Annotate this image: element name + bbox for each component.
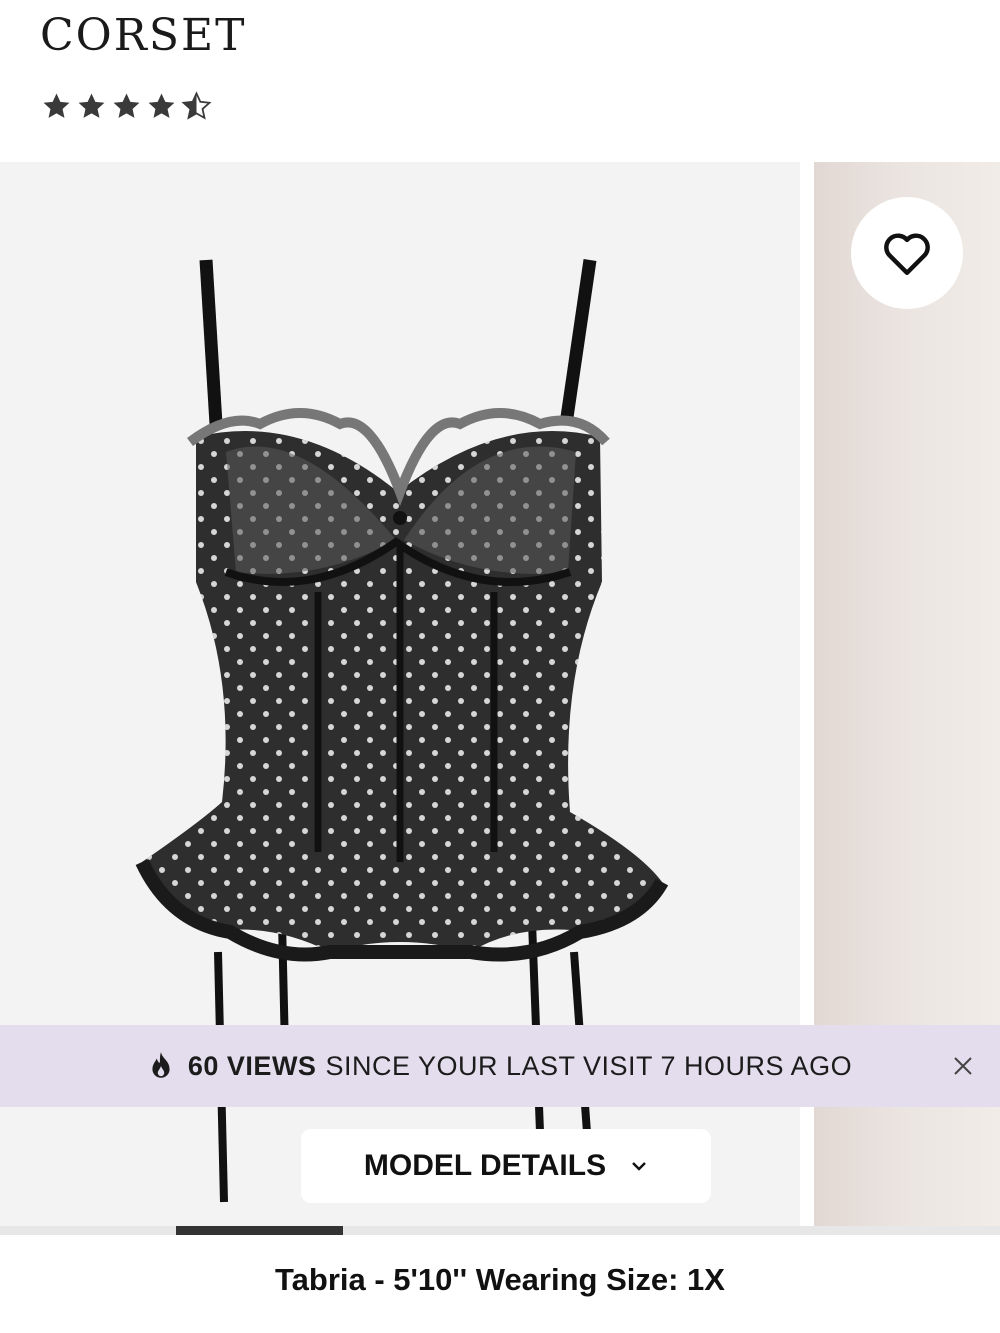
favorite-button[interactable] — [851, 197, 963, 309]
gallery-progress-track — [0, 1226, 1000, 1235]
banner-close-button[interactable] — [948, 1051, 978, 1081]
star-full-icon — [113, 93, 140, 118]
star-full-icon — [148, 93, 175, 118]
product-title: CORSET — [40, 10, 247, 61]
star-rating[interactable] — [40, 90, 213, 123]
model-details-label: MODEL DETAILS — [363, 1149, 607, 1182]
model-details-button[interactable]: MODEL DETAILS — [301, 1129, 711, 1203]
views-message: SINCE YOUR LAST VISIT 7 HOURS AGO — [325, 1050, 853, 1081]
gallery-progress-indicator — [176, 1226, 343, 1235]
product-gallery[interactable]: 60 VIEWS SINCE YOUR LAST VISIT 7 HOURS A… — [0, 162, 1000, 1226]
chevron-down-icon — [632, 1162, 646, 1171]
star-full-icon — [78, 93, 105, 118]
flame-icon — [148, 1051, 174, 1081]
views-count: 60 VIEWS — [187, 1050, 317, 1081]
model-info: Tabria - 5'10'' Wearing Size: 1X — [275, 1262, 725, 1297]
star-full-icon — [43, 93, 70, 118]
close-icon — [954, 1057, 972, 1075]
views-banner: 60 VIEWS SINCE YOUR LAST VISIT 7 HOURS A… — [0, 1025, 1000, 1107]
star-half-icon — [181, 91, 212, 120]
heart-outline-icon — [884, 233, 930, 276]
